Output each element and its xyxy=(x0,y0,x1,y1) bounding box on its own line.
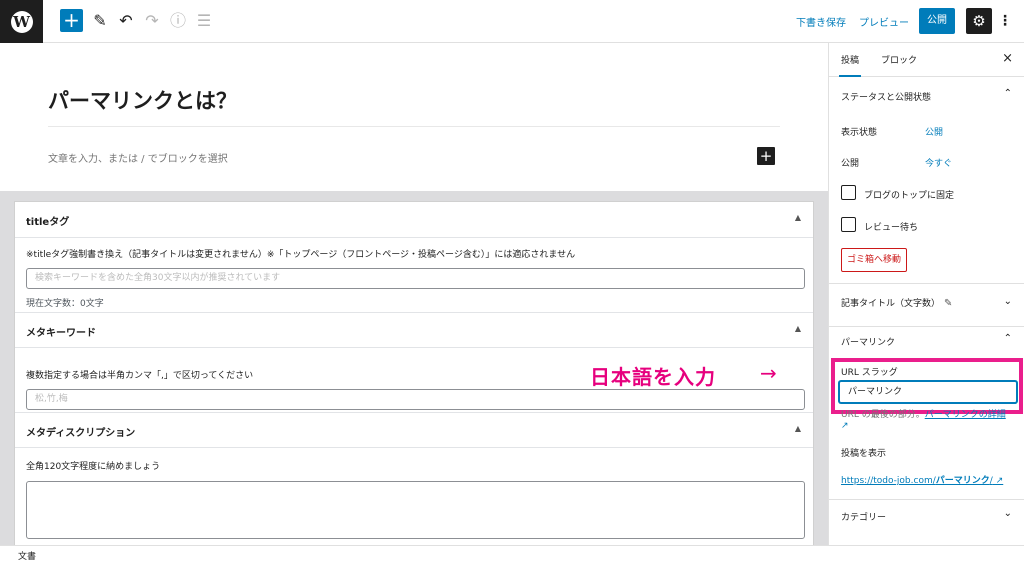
meta-keywords-description: 複数指定する場合は半角カンマ「,」で区切ってください xyxy=(26,371,254,381)
visibility-label: 表示状態 xyxy=(841,128,878,138)
sticky-checkbox-label: ブログのトップに固定 xyxy=(864,191,955,201)
panel-title-status[interactable]: ステータスと公開状態 xyxy=(841,90,931,103)
chevron-down-icon[interactable]: ⌄ xyxy=(1004,508,1012,519)
breadcrumb-document[interactable]: 文書 xyxy=(18,549,36,562)
post-url-prefix: https://todo-job.com/ xyxy=(841,476,936,486)
status-bar: 文書 xyxy=(0,545,1024,563)
url-slug-input[interactable]: パーマリンク xyxy=(839,381,1017,403)
settings-gear-icon[interactable]: ⚙ xyxy=(966,8,992,34)
title-tag-description: ※titleタグ強制書き換え（記事タイトルは変更されません）※「トップページ（フ… xyxy=(26,250,576,260)
panel-title-permalink[interactable]: パーマリンク xyxy=(841,335,895,348)
chevron-up-icon[interactable]: ⌃ xyxy=(1004,333,1012,344)
visibility-value-link[interactable]: 公開 xyxy=(925,125,943,138)
tab-post[interactable]: 投稿 xyxy=(838,53,862,77)
collapse-arrow-icon[interactable]: ▲ xyxy=(795,424,801,433)
info-icon[interactable]: ⓘ xyxy=(168,11,188,31)
more-options-icon[interactable]: ⋮ xyxy=(998,10,1012,32)
metabox-title: メタディスクリプション xyxy=(26,428,136,439)
undo-icon[interactable]: ↶ xyxy=(116,11,136,31)
metabox-title: titleタグ xyxy=(26,217,70,228)
publish-button[interactable]: 公開 xyxy=(919,8,955,34)
panel-title-title-count[interactable]: 記事タイトル（文字数） ✎ xyxy=(841,296,952,309)
external-link-icon[interactable]: ↗ xyxy=(841,421,849,431)
publish-date-link[interactable]: 今すぐ xyxy=(925,156,952,169)
post-url-link[interactable]: https://todo-job.com/パーマリンク/ ↗ xyxy=(841,473,1003,486)
block-placeholder[interactable]: 文章を入力、または / でブロックを選択 xyxy=(48,150,228,165)
wordpress-logo-button[interactable]: W xyxy=(0,0,43,43)
permalink-docs-link[interactable]: パーマリンクの詳細 xyxy=(925,410,1006,420)
editor-app: W + ✎ ↶ ↷ ⓘ ☰ 下書き保存 プレビュー 公開 ⚙ ⋮ パーマリンクと… xyxy=(0,0,1024,563)
close-icon[interactable]: × xyxy=(1002,51,1013,66)
publish-label: 公開 xyxy=(841,159,860,169)
sidebar-tabs: 投稿 ブロック × xyxy=(829,43,1024,77)
annotation-arrow-icon: → xyxy=(760,361,777,385)
collapse-arrow-icon[interactable]: ▲ xyxy=(795,324,801,333)
panel-title-text: 記事タイトル（文字数） xyxy=(841,299,941,309)
annotation-label: 日本語を入力 xyxy=(590,365,716,389)
title-tag-input[interactable]: 検索キーワードを含めた全角30文字以内が推奨されています xyxy=(26,268,805,289)
post-url-slug: パーマリンク xyxy=(935,476,990,486)
save-draft-button[interactable]: 下書き保存 xyxy=(796,14,846,29)
collapse-arrow-icon[interactable]: ▲ xyxy=(795,213,801,222)
chevron-down-icon[interactable]: ⌄ xyxy=(1004,296,1012,307)
url-slug-label: URL スラッグ xyxy=(841,368,898,378)
pencil-icon: ✎ xyxy=(944,298,953,309)
metabox-header-title-tag[interactable]: titleタグ ▲ xyxy=(15,202,813,238)
move-to-trash-button[interactable]: ゴミ箱へ移動 xyxy=(841,248,908,272)
metabox-header-meta-description[interactable]: メタディスクリプション ▲ xyxy=(15,412,813,448)
metabox-title: メタキーワード xyxy=(26,328,96,339)
inline-add-block-icon[interactable]: + xyxy=(757,147,775,165)
editor-canvas: パーマリンクとは？ 文章を入力、または / でブロックを選択 + titleタグ… xyxy=(0,43,828,545)
slug-help-prefix: URL の最後の部分。 xyxy=(841,410,925,420)
panel-divider xyxy=(829,326,1024,327)
wordpress-icon: W xyxy=(10,10,33,33)
sticky-checkbox[interactable] xyxy=(841,185,856,200)
title-divider xyxy=(48,126,780,127)
pending-review-label: レビュー待ち xyxy=(864,223,919,233)
edit-tools-icon[interactable]: ✎ xyxy=(90,11,110,31)
tab-block[interactable]: ブロック xyxy=(881,53,917,66)
meta-description-note: 全角120文字程度に納めましょう xyxy=(26,462,161,472)
meta-description-textarea[interactable] xyxy=(26,481,805,539)
add-block-button[interactable]: + xyxy=(60,9,83,32)
meta-keywords-input[interactable]: 松,竹,梅 xyxy=(26,389,805,410)
view-post-label: 投稿を表示 xyxy=(841,449,887,459)
panel-title-categories[interactable]: カテゴリー xyxy=(841,510,886,523)
post-title[interactable]: パーマリンクとは？ xyxy=(48,85,237,115)
panel-divider xyxy=(829,499,1024,500)
redo-icon[interactable]: ↷ xyxy=(142,11,162,31)
panel-divider xyxy=(829,283,1024,284)
settings-sidebar: 投稿 ブロック × ステータスと公開状態 ⌃ 表示状態 公開 公開 今すぐ ブロ… xyxy=(828,43,1024,545)
pending-review-checkbox[interactable] xyxy=(841,217,856,232)
post-url-suffix: / xyxy=(989,476,993,486)
title-tag-char-count: 現在文字数：0文字 xyxy=(26,299,104,309)
outline-icon[interactable]: ☰ xyxy=(194,11,214,31)
top-toolbar: W + ✎ ↶ ↷ ⓘ ☰ 下書き保存 プレビュー 公開 ⚙ ⋮ xyxy=(0,0,1024,43)
preview-button[interactable]: プレビュー xyxy=(859,14,909,29)
slug-help-text: URL の最後の部分。パーマリンクの詳細 xyxy=(841,407,1006,420)
chevron-up-icon[interactable]: ⌃ xyxy=(1004,88,1012,99)
metabox-header-meta-keywords[interactable]: メタキーワード ▲ xyxy=(15,312,813,348)
